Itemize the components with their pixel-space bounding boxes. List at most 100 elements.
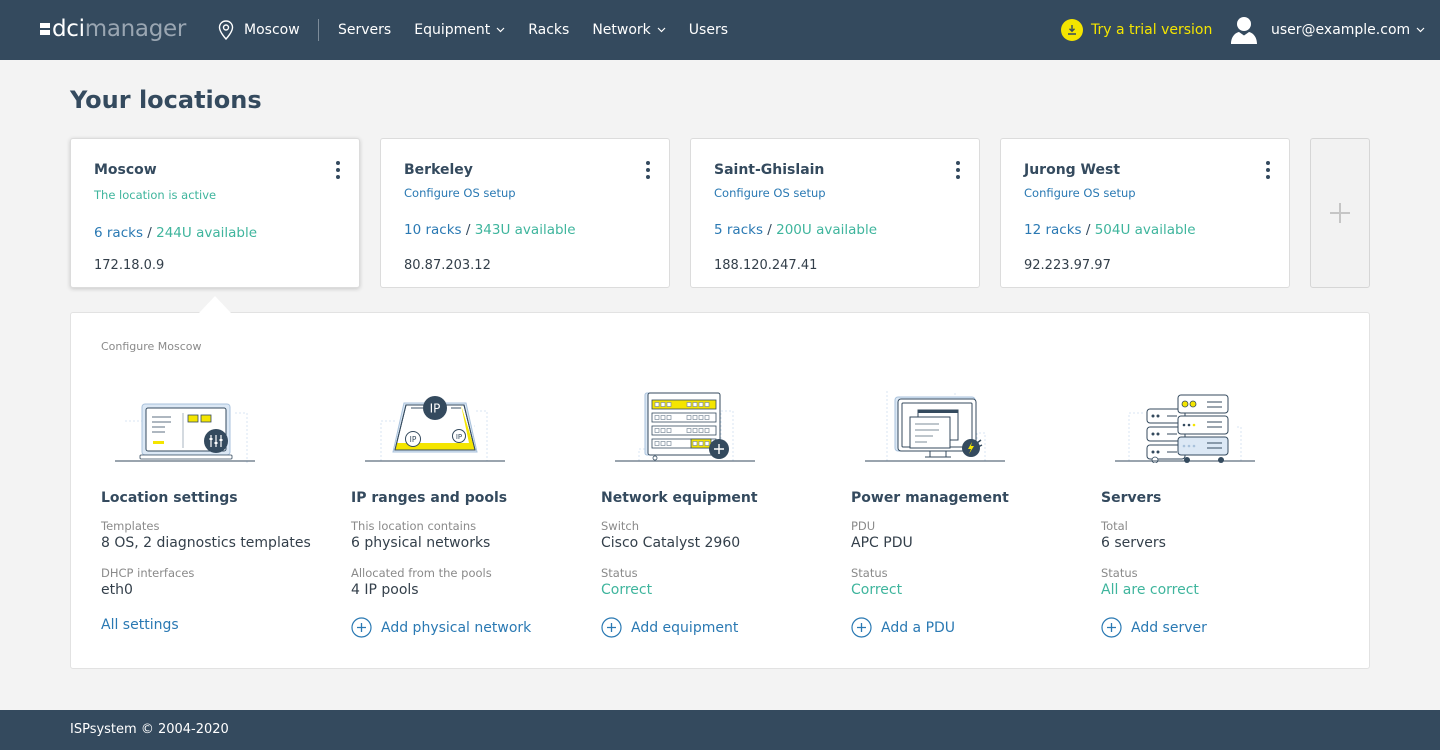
units-available: 343U available [474, 222, 576, 238]
add-circle-icon [351, 617, 372, 638]
user-email: user@example.com [1271, 22, 1411, 38]
nav-network[interactable]: Network [592, 22, 666, 38]
location-card-berkeley[interactable]: Berkeley Configure OS setup 10 racks / 3… [380, 138, 670, 288]
section-servers: Servers Total 6 servers Status All are c… [1101, 373, 1351, 663]
ip-pools-illustration: IP IP IP [365, 396, 505, 462]
action-label: Add equipment [631, 619, 739, 636]
map-pin-icon [218, 20, 234, 40]
section-value: Cisco Catalyst 2960 [601, 535, 741, 551]
add-equipment-button[interactable]: Add equipment [601, 617, 738, 638]
nav-equipment[interactable]: Equipment [414, 22, 505, 38]
location-ip: 80.87.203.12 [404, 258, 491, 273]
nav-servers-label: Servers [338, 22, 392, 38]
section-label: PDU [851, 519, 876, 533]
section-value: 6 physical networks [351, 535, 491, 551]
add-pdu-button[interactable]: Add a PDU [851, 617, 955, 638]
action-label: Add server [1131, 619, 1207, 636]
kebab-menu-icon[interactable] [645, 161, 651, 179]
section-value: 6 servers [1101, 535, 1166, 551]
try-trial-button[interactable]: Try a trial version [1061, 18, 1212, 42]
location-card-jurong-west[interactable]: Jurong West Configure OS setup 12 racks … [1000, 138, 1290, 288]
section-label: Status [851, 566, 888, 580]
ip-badge-small: IP [410, 435, 417, 444]
panel-title: Configure Moscow [101, 340, 202, 353]
add-server-button[interactable]: Add server [1101, 617, 1207, 638]
nav-racks[interactable]: Racks [528, 22, 569, 38]
section-title: Servers [1101, 490, 1162, 506]
location-status: The location is active [94, 188, 217, 202]
ip-badge-large: IP [430, 402, 441, 416]
nav-network-label: Network [592, 22, 651, 38]
location-selector-label: Moscow [244, 22, 300, 38]
power-monitor-illustration [865, 391, 1005, 462]
all-settings-link[interactable]: All settings [101, 617, 179, 633]
configure-os-link[interactable]: Configure OS setup [1024, 186, 1136, 200]
section-label: Templates [101, 519, 160, 533]
status-value: All are correct [1101, 582, 1199, 598]
configure-os-link[interactable]: Configure OS setup [714, 186, 826, 200]
section-value: 4 IP pools [351, 582, 419, 598]
location-card-moscow[interactable]: Moscow The location is active 6 racks / … [70, 138, 360, 288]
section-value: eth0 [101, 582, 133, 598]
logo-text-manager: manager [84, 16, 187, 42]
location-capacity: 6 racks / 244U available [94, 225, 257, 241]
configure-location-panel: Configure Moscow Location settings Templ… [70, 312, 1370, 669]
racks-link[interactable]: 10 racks [404, 222, 462, 238]
action-label: Add physical network [381, 619, 532, 636]
section-power-management: Power management PDU APC PDU Status Corr… [851, 373, 1101, 663]
nav-servers[interactable]: Servers [338, 22, 391, 38]
page-title: Your locations [70, 86, 262, 114]
network-switch-illustration [615, 392, 755, 462]
servers-illustration [1115, 394, 1255, 463]
racks-link[interactable]: 5 racks [714, 222, 763, 238]
chevron-down-icon [496, 27, 505, 33]
dcimanager-logo[interactable]: dci manager [40, 14, 186, 44]
footer: ISPsystem © 2004-2020 [0, 710, 1440, 750]
section-title: Network equipment [601, 490, 758, 506]
location-ip: 172.18.0.9 [94, 258, 165, 273]
units-available: 200U available [776, 222, 877, 238]
nav-users-label: Users [688, 22, 729, 38]
section-value: APC PDU [851, 535, 913, 551]
nav-racks-label: Racks [528, 22, 570, 38]
panel-pointer-arrow [199, 296, 231, 313]
location-name: Berkeley [404, 162, 473, 178]
section-label: This location contains [351, 519, 477, 533]
user-menu[interactable]: user@example.com [1231, 15, 1425, 45]
add-circle-icon [851, 617, 872, 638]
kebab-menu-icon[interactable] [1265, 161, 1271, 179]
location-selector[interactable]: Moscow [218, 18, 300, 42]
header-divider [318, 19, 319, 41]
capacity-separator: / [1081, 222, 1095, 238]
logo-text-dci: dci [52, 16, 85, 42]
nav-users[interactable]: Users [689, 22, 728, 38]
racks-link[interactable]: 12 racks [1024, 222, 1082, 238]
section-label: Status [601, 566, 638, 580]
units-available: 504U available [1094, 222, 1196, 238]
chevron-down-icon [1416, 27, 1425, 33]
action-label: Add a PDU [881, 619, 956, 636]
capacity-separator: / [762, 222, 777, 238]
add-circle-icon [601, 617, 622, 638]
kebab-menu-icon[interactable] [955, 161, 961, 179]
section-label: Status [1101, 566, 1138, 580]
location-card-saint-ghislain[interactable]: Saint-Ghislain Configure OS setup 5 rack… [690, 138, 980, 288]
location-name: Jurong West [1024, 162, 1121, 178]
add-circle-icon [1101, 617, 1122, 638]
capacity-separator: / [142, 225, 157, 241]
section-label: Switch [601, 519, 640, 533]
kebab-menu-icon[interactable] [335, 161, 341, 179]
section-label: Total [1101, 519, 1128, 533]
action-label: All settings [101, 617, 179, 633]
plus-icon [1330, 203, 1350, 223]
location-capacity: 10 racks / 343U available [404, 222, 576, 238]
user-icon [1231, 17, 1257, 44]
add-physical-network-button[interactable]: Add physical network [351, 617, 531, 638]
section-ip-ranges: IP IP IP IP ranges and pools This locati… [351, 373, 601, 663]
configure-os-link[interactable]: Configure OS setup [404, 186, 516, 200]
racks-link[interactable]: 6 racks [94, 225, 143, 241]
units-available: 244U available [156, 225, 257, 241]
location-name: Moscow [94, 162, 157, 178]
add-location-button[interactable] [1310, 138, 1370, 288]
download-icon [1061, 19, 1083, 41]
